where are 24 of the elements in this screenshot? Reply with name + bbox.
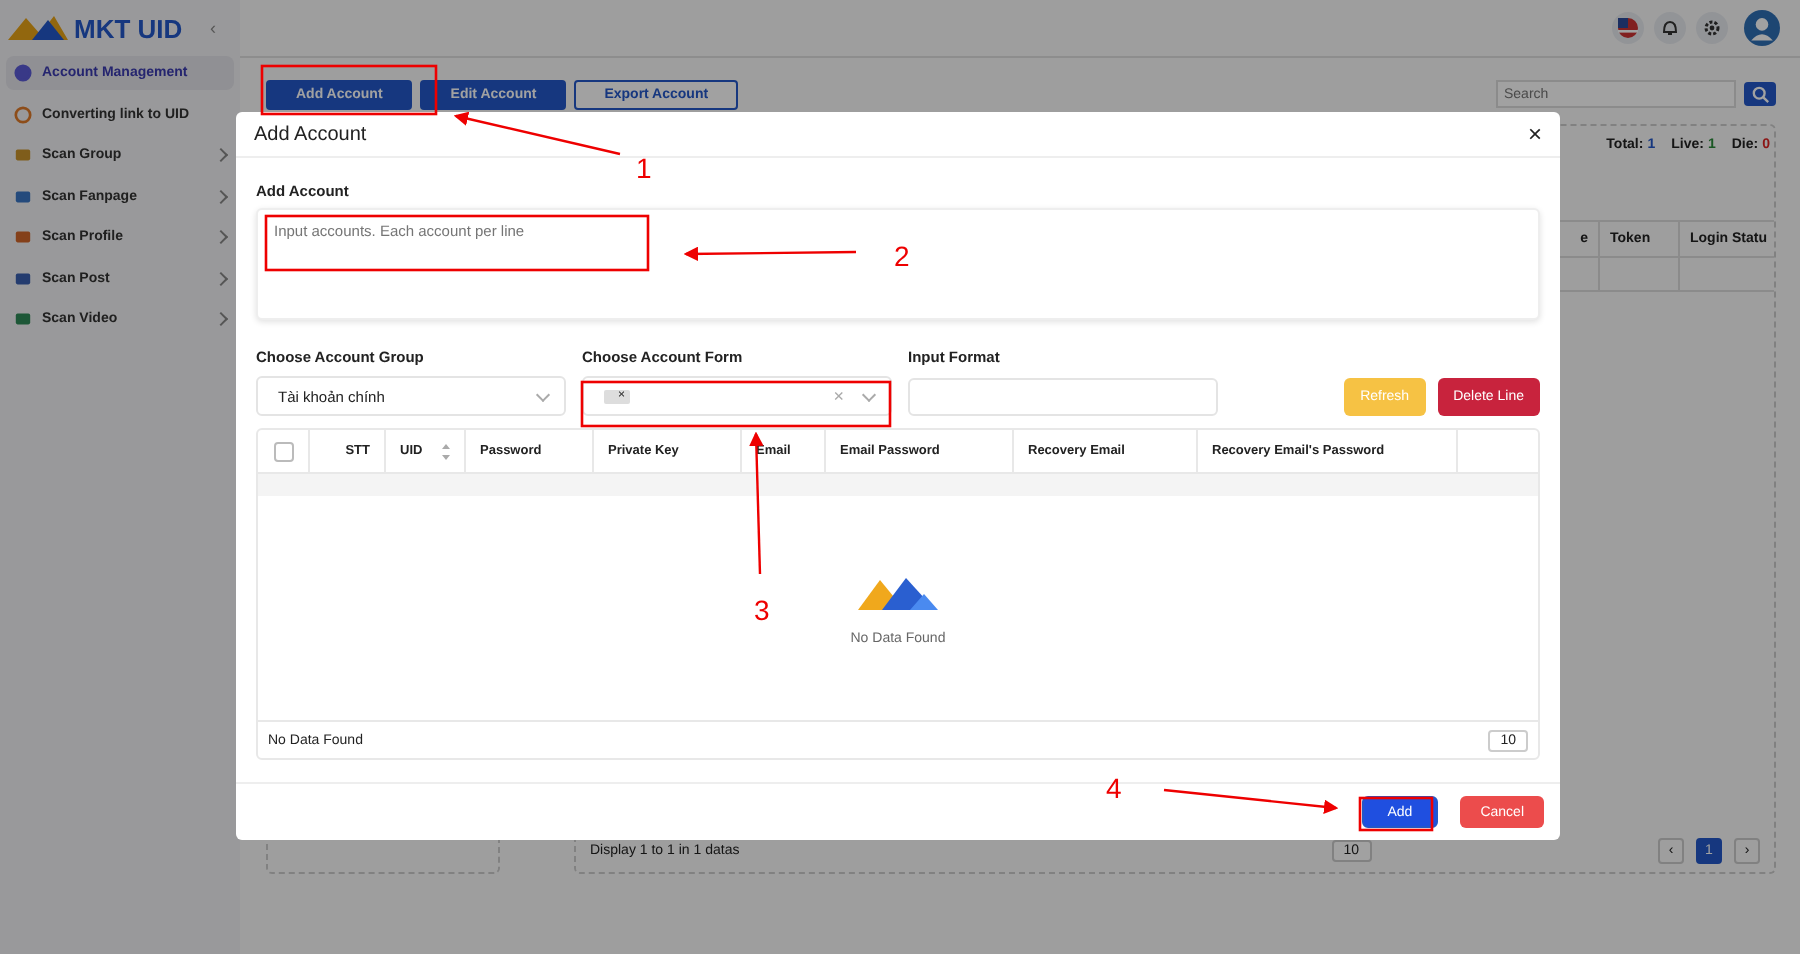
menu-icon [14, 64, 32, 82]
settings-icon[interactable] [1696, 12, 1728, 44]
avatar-icon[interactable] [1744, 10, 1780, 46]
menu-icon [14, 187, 32, 205]
sort-icon[interactable] [442, 443, 450, 459]
logo-icon [8, 14, 68, 42]
menu-icon [14, 310, 32, 328]
close-button[interactable]: × [1527, 120, 1542, 148]
menu-icon [14, 105, 32, 123]
highlight-box [1358, 796, 1434, 832]
bell-icon[interactable] [1654, 12, 1686, 44]
annotation-number: 4 [1106, 772, 1122, 804]
menu-icon [14, 146, 32, 164]
input-format-field[interactable] [908, 378, 1218, 416]
logo-text: MKT UID [74, 13, 183, 43]
menu-icon [14, 228, 32, 246]
annotation-number: 2 [894, 240, 910, 272]
dialog-title: Add Account [254, 123, 367, 145]
menu-icon [14, 269, 32, 287]
annotation-number: 1 [636, 152, 652, 184]
flag-icon[interactable] [1612, 12, 1644, 44]
annotation-number: 3 [754, 594, 770, 626]
select-all-checkbox[interactable] [273, 441, 293, 461]
search-button[interactable] [1744, 82, 1776, 106]
